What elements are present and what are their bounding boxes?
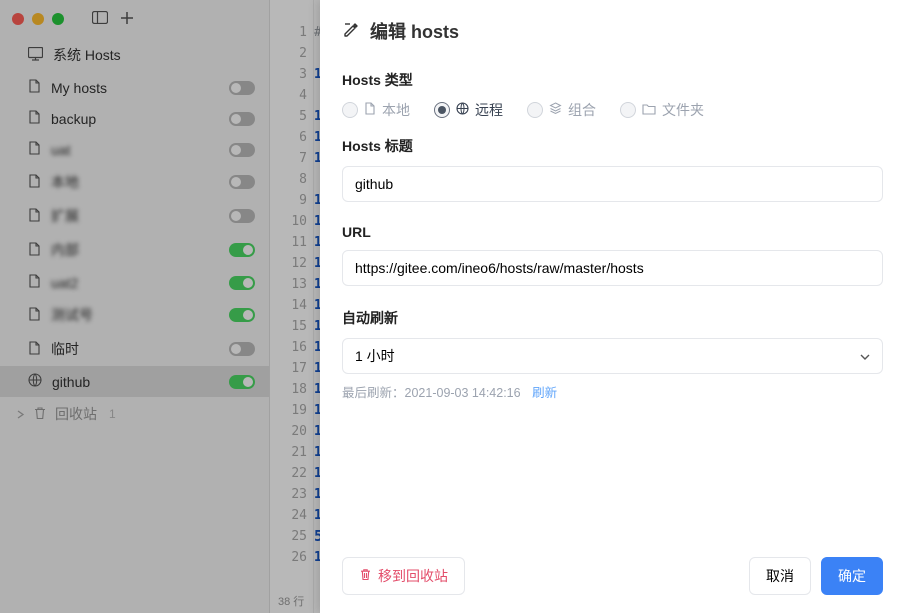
confirm-button[interactable]: 确定 — [821, 557, 883, 595]
modal-footer: 移到回收站 取消 确定 — [320, 543, 905, 613]
globe-icon — [456, 102, 469, 118]
radio-type-folder[interactable]: 文件夹 — [620, 100, 704, 120]
type-section-label: Hosts 类型 — [342, 70, 883, 90]
radio-dot — [527, 102, 543, 118]
trash-icon — [359, 568, 372, 584]
layers-icon — [549, 102, 562, 118]
auto-refresh-select[interactable] — [342, 338, 883, 374]
modal-header: 编辑 hosts — [320, 0, 905, 56]
edit-icon — [342, 21, 360, 42]
modal-body: Hosts 类型 本地 远程 组合 — [320, 56, 905, 543]
modal-title: 编辑 hosts — [370, 18, 459, 44]
hosts-url-input[interactable] — [342, 250, 883, 286]
refresh-now-link[interactable]: 刷新 — [532, 386, 557, 400]
radio-type-remote[interactable]: 远程 — [434, 100, 503, 120]
hosts-title-input[interactable] — [342, 166, 883, 202]
folder-icon — [642, 102, 656, 118]
cancel-button[interactable]: 取消 — [749, 557, 811, 595]
url-section-label: URL — [342, 224, 883, 240]
title-section-label: Hosts 标题 — [342, 136, 883, 156]
radio-dot — [620, 102, 636, 118]
radio-dot — [434, 102, 450, 118]
radio-dot — [342, 102, 358, 118]
radio-type-group[interactable]: 组合 — [527, 100, 596, 120]
hosts-type-radio-group: 本地 远程 组合 文件夹 — [342, 100, 883, 120]
radio-type-local[interactable]: 本地 — [342, 100, 410, 120]
edit-hosts-modal: 编辑 hosts Hosts 类型 本地 远程 组合 — [320, 0, 905, 613]
file-icon — [364, 102, 376, 118]
app-container: 系统 Hosts My hostsbackupuat本地扩展内部uat2测试号临… — [0, 0, 905, 613]
move-to-trash-button[interactable]: 移到回收站 — [342, 557, 465, 595]
last-refresh-note: 最后刷新：2021-09-03 14:42:16 刷新 — [342, 382, 883, 401]
refresh-section-label: 自动刷新 — [342, 308, 883, 328]
